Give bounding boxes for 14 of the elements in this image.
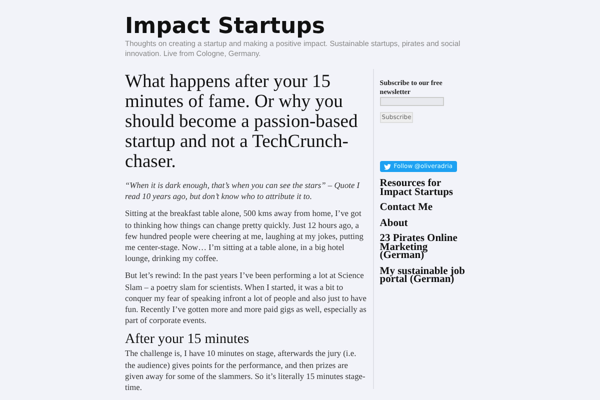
sidebar-link[interactable]: About xyxy=(380,220,468,228)
sidebar-link[interactable]: Contact Me xyxy=(380,204,468,212)
site-title[interactable]: Impact Startups xyxy=(125,15,475,39)
quote: “When it is dark enough, that’s when you can see the stars” – Quote I read 10 years ago, but don’t know who to attribute it to. xyxy=(125,180,361,202)
paragraph: The challenge is, I have 10 minutes on stage, afterwards the jury (i.e. the audience) gives points for the performance, and then prizes are given away for some of the slammers. So it’s literally 15 minutes stage-time. xyxy=(125,348,366,394)
paragraph: But let’s rewind: In the past years I’ve been performing a lot at Science Slam – a poetry slam for scientists. When I started, it was a bit to conquer my fear of speaking infront a lot of people and also just to have fun. Recently I’ve gotten more and more paid gigs as well, especially as part of corporate events. xyxy=(125,270,367,326)
section-heading: After your 15 minutes xyxy=(125,332,250,348)
sidebar-link[interactable]: My sustainable job portal (German) xyxy=(380,268,468,284)
paragraph: Sitting at the breakfast table alone, 500 kms away from home, I’ve got to thinking how things can change pretty quickly. Just 12 hours ago, a few hundred people were cheering at me, laughing at my jokes, putting me center-stage. Now… I’m sitting at a table alone, in a big hotel lounge, drinking my coffee. xyxy=(125,208,364,264)
sidebar-link[interactable]: 23 Pirates Online Marketing (German) xyxy=(380,235,468,260)
article-title: What happens after your 15 minutes of fame. Or why you should become a passion-based startup and not a TechCrunch-chaser. xyxy=(125,72,359,172)
bird-icon xyxy=(384,164,391,170)
email-field[interactable] xyxy=(380,97,444,106)
sidebar-link[interactable]: Resources for Impact Startups xyxy=(380,180,468,197)
